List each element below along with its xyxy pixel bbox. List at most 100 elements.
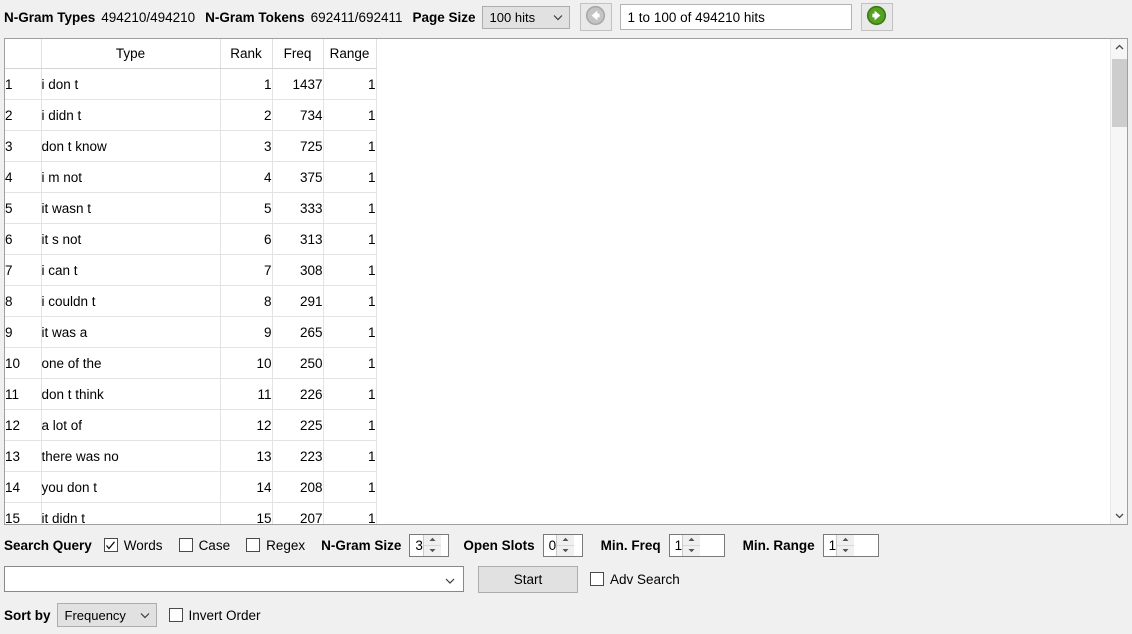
spinner-up-button[interactable] xyxy=(837,535,855,546)
cell-num: 14 xyxy=(5,471,42,503)
table-row[interactable]: 15 it didn t 15 207 1 xyxy=(5,502,377,524)
table-row[interactable]: 13 there was no 13 223 1 xyxy=(5,440,377,472)
scroll-down-button[interactable] xyxy=(1111,507,1127,524)
search-query-input[interactable] xyxy=(4,566,464,592)
cell-range: 1 xyxy=(323,316,377,348)
spinner-up-button[interactable] xyxy=(557,535,575,546)
cell-freq: 291 xyxy=(272,285,324,317)
checkbox-box xyxy=(590,572,604,586)
sort-by-value: Frequency xyxy=(64,607,126,623)
cell-type: one of the xyxy=(41,347,221,379)
cell-freq: 207 xyxy=(272,502,324,524)
cell-freq: 333 xyxy=(272,192,324,224)
cell-num: 3 xyxy=(5,130,42,162)
table-row[interactable]: 4i m not 4 375 1 xyxy=(5,161,377,193)
spinner-down-button[interactable] xyxy=(683,546,700,556)
search-input-row: Start Adv Search xyxy=(4,565,680,593)
open-slots-spinner[interactable]: 0 xyxy=(542,533,583,557)
spinner-up-button[interactable] xyxy=(683,535,701,546)
cell-rank: 3 xyxy=(220,130,273,162)
sort-by-dropdown[interactable]: Frequency xyxy=(56,603,157,627)
column-header-type[interactable]: Type xyxy=(41,39,221,69)
cell-num: 1 xyxy=(5,68,42,100)
ngram-types-value: 494210/494210 xyxy=(101,9,196,25)
ngram-tokens-label: N-Gram Tokens xyxy=(205,9,305,25)
table-row[interactable]: 7i can t 7 308 1 xyxy=(5,254,377,286)
cell-range: 1 xyxy=(323,130,377,162)
min-range-spinner[interactable]: 1 xyxy=(822,533,879,557)
table-row[interactable]: 9 it was a 9 265 1 xyxy=(5,316,377,348)
cell-freq: 250 xyxy=(272,347,324,379)
cell-freq: 313 xyxy=(272,223,324,255)
open-slots-value: 0 xyxy=(548,537,557,553)
case-label: Case xyxy=(198,537,231,553)
page-size-dropdown[interactable]: 100 hits xyxy=(481,5,570,29)
cell-type: i couldn t xyxy=(41,285,221,317)
ngram-results-table: Type Rank Freq Range 1i don t 1 1437 1 2 i di… xyxy=(5,39,377,524)
table-row[interactable]: 2i didn t 2 734 1 xyxy=(5,99,377,131)
spinner-up-button[interactable] xyxy=(423,535,441,546)
hit-range-input[interactable] xyxy=(619,4,852,30)
cell-type: it wasn t xyxy=(41,192,221,224)
spinner-down-button[interactable] xyxy=(837,546,854,556)
spinner-down-button[interactable] xyxy=(557,546,574,556)
scroll-up-button[interactable] xyxy=(1111,39,1127,56)
table-row[interactable]: 8i couldn t 8 291 1 xyxy=(5,285,377,317)
table-row[interactable]: 11 don t think 11 226 1 xyxy=(5,378,377,410)
table-row[interactable]: 12 a lot of 12 225 1 xyxy=(5,409,377,441)
column-header-range[interactable]: Range xyxy=(323,39,377,69)
table-header-row: Type Rank Freq Range xyxy=(5,39,377,69)
prev-page-button[interactable] xyxy=(579,3,612,31)
min-freq-spinner[interactable]: 1 xyxy=(668,533,725,557)
cell-freq: 725 xyxy=(272,130,324,162)
words-checkbox[interactable]: Words xyxy=(103,538,163,553)
cell-type: i can t xyxy=(41,254,221,286)
cell-num: 5 xyxy=(5,192,42,224)
start-button-label: Start xyxy=(513,571,543,587)
next-page-button[interactable] xyxy=(860,3,893,31)
cell-freq: 225 xyxy=(272,409,324,441)
invert-order-checkbox[interactable]: Invert Order xyxy=(168,607,261,623)
cell-rank: 12 xyxy=(220,409,273,441)
table-row[interactable]: 6 it s not 6 313 1 xyxy=(5,223,377,255)
cell-rank: 5 xyxy=(220,192,273,224)
start-button[interactable]: Start xyxy=(478,565,578,593)
cell-range: 1 xyxy=(323,254,377,286)
invert-order-label: Invert Order xyxy=(188,607,261,623)
checkbox-box xyxy=(246,538,261,552)
checkbox-box xyxy=(103,538,118,552)
page-size-label: Page Size xyxy=(412,9,476,25)
cell-rank: 15 xyxy=(220,502,273,524)
scrollbar-thumb[interactable] xyxy=(1112,59,1127,127)
cell-type: i m not xyxy=(41,161,221,193)
cell-num: 15 xyxy=(5,502,42,524)
vertical-scrollbar[interactable] xyxy=(1110,39,1127,524)
spinner-down-button[interactable] xyxy=(424,546,441,556)
table-row[interactable]: 10 one of the 10 250 1 xyxy=(5,347,377,379)
cell-range: 1 xyxy=(323,502,377,524)
case-checkbox[interactable]: Case xyxy=(178,537,231,553)
table-row[interactable]: 5 it wasn t 5 333 1 xyxy=(5,192,377,224)
chevron-down-icon xyxy=(140,611,149,620)
table-row[interactable]: 1i don t 1 1437 1 xyxy=(5,68,377,100)
regex-checkbox[interactable]: Regex xyxy=(246,538,305,553)
table-row[interactable]: 3 don t know 3 725 1 xyxy=(5,130,377,162)
checkbox-box xyxy=(168,608,183,622)
cell-range: 1 xyxy=(323,192,377,224)
cell-range: 1 xyxy=(323,409,377,441)
cell-type: i don t xyxy=(41,68,221,100)
cell-rank: 9 xyxy=(220,316,273,348)
spinner-buttons xyxy=(836,534,855,556)
table-row[interactable]: 14 you don t 14 208 1 xyxy=(5,471,377,503)
cell-type: it didn t xyxy=(41,502,221,524)
column-header-rank[interactable]: Rank xyxy=(220,39,273,69)
cell-rank: 10 xyxy=(220,347,273,379)
search-query-label: Search Query xyxy=(4,537,92,553)
adv-search-checkbox[interactable]: Adv Search xyxy=(590,572,680,587)
cell-type: it s not xyxy=(41,223,221,255)
ngram-size-spinner[interactable]: 3 xyxy=(409,533,450,557)
chevron-down-icon xyxy=(445,574,455,584)
cell-rank: 7 xyxy=(220,254,273,286)
column-header-freq[interactable]: Freq xyxy=(272,39,324,69)
cell-type: i didn t xyxy=(41,99,221,131)
